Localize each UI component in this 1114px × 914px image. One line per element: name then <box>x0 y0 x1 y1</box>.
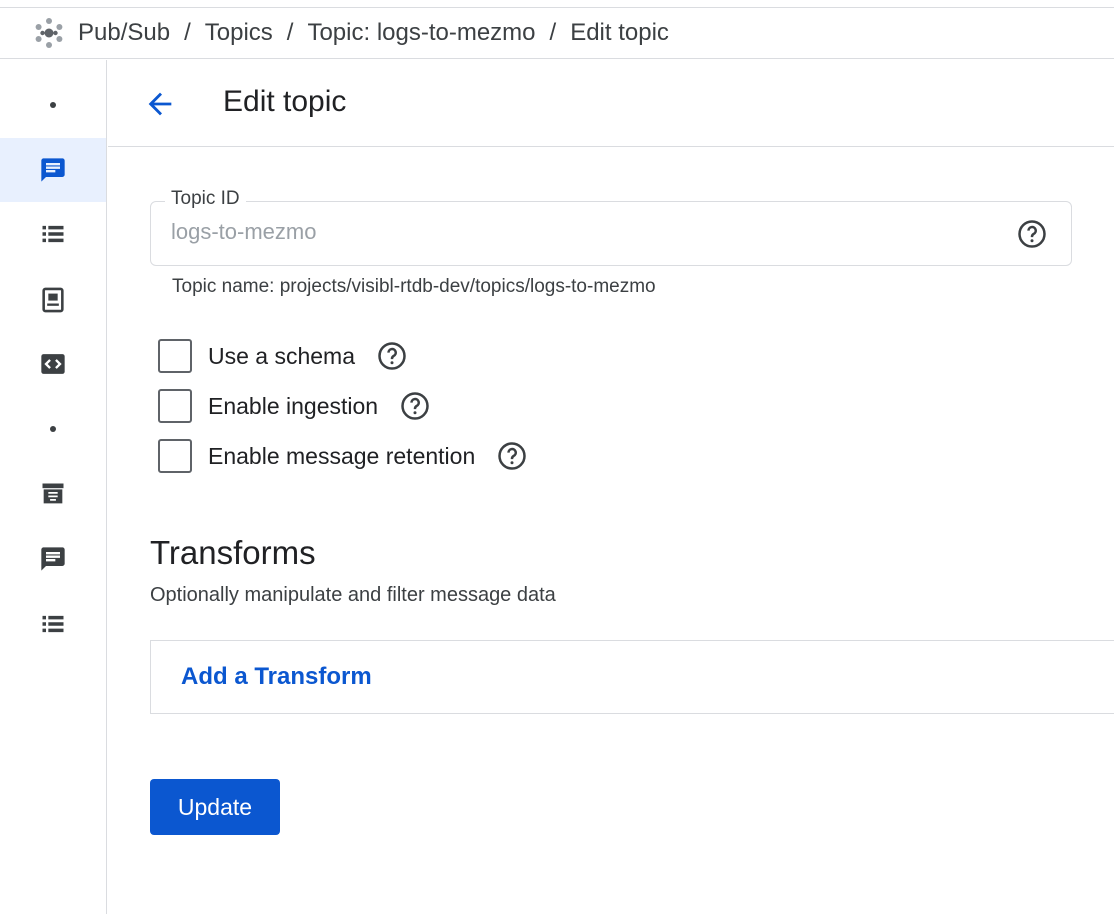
breadcrumb: Pub/Sub / Topics / Topic: logs-to-mezmo … <box>0 8 1114 59</box>
help-icon[interactable] <box>1017 219 1047 249</box>
breadcrumb-separator: / <box>286 19 294 46</box>
pubsub-logo-icon <box>35 18 63 48</box>
sidebar-item-schemas[interactable] <box>0 332 106 396</box>
topic-id-field: Topic ID <box>150 188 1072 266</box>
breadcrumb-topic[interactable]: Topic: logs-to-mezmo <box>307 19 535 47</box>
sidebar <box>0 60 107 914</box>
arrow-back-icon <box>148 92 172 116</box>
schemas-code-icon <box>41 354 65 374</box>
lite-subscriptions-icon <box>42 615 64 633</box>
topic-id-label: Topic ID <box>165 188 246 210</box>
topic-id-input[interactable] <box>171 219 991 245</box>
breadcrumb-pubsub[interactable]: Pub/Sub <box>78 19 170 47</box>
update-button[interactable]: Update <box>150 779 280 835</box>
dot-icon <box>50 426 56 432</box>
use-schema-checkbox[interactable] <box>158 339 192 373</box>
snapshots-icon <box>42 287 64 313</box>
sidebar-item-dot-2[interactable] <box>0 397 106 461</box>
enable-ingestion-label: Enable ingestion <box>208 392 379 419</box>
page-header: Edit topic <box>108 60 1114 147</box>
page-title: Edit topic <box>223 85 347 118</box>
transforms-panel: Add a Transform <box>150 640 1114 714</box>
use-schema-label: Use a schema <box>208 342 356 369</box>
sidebar-item-lite-topics[interactable] <box>0 527 106 591</box>
enable-retention-label: Enable message retention <box>208 442 476 469</box>
enable-ingestion-row: Enable ingestion <box>158 388 430 424</box>
breadcrumb-topics[interactable]: Topics <box>205 19 273 47</box>
sidebar-item-subscriptions[interactable] <box>0 202 106 266</box>
enable-ingestion-checkbox[interactable] <box>158 389 192 423</box>
enable-retention-row: Enable message retention <box>158 438 527 474</box>
transforms-subtitle: Optionally manipulate and filter message… <box>150 584 556 606</box>
breadcrumb-separator: / <box>549 19 557 46</box>
topic-name-hint: Topic name: projects/visibl-rtdb-dev/top… <box>172 276 656 297</box>
help-icon[interactable] <box>497 441 527 471</box>
transforms-title: Transforms <box>150 534 316 571</box>
use-schema-row: Use a schema <box>158 338 407 374</box>
subscriptions-list-icon <box>42 225 64 243</box>
enable-retention-checkbox[interactable] <box>158 439 192 473</box>
help-icon[interactable] <box>400 391 430 421</box>
dot-icon <box>50 102 56 108</box>
breadcrumb-current: Edit topic <box>570 19 669 46</box>
help-icon[interactable] <box>377 341 407 371</box>
lite-topics-icon <box>41 547 65 571</box>
sidebar-item-snapshots[interactable] <box>0 268 106 332</box>
topics-icon <box>41 158 65 182</box>
add-transform-button[interactable]: Add a Transform <box>181 663 372 691</box>
breadcrumb-separator: / <box>184 19 191 46</box>
sidebar-item-lite-reservations[interactable] <box>0 462 106 526</box>
sidebar-item-dot[interactable] <box>0 73 106 137</box>
back-button[interactable] <box>140 84 180 124</box>
lite-reservations-icon <box>42 483 64 504</box>
sidebar-item-topics[interactable] <box>0 138 106 202</box>
sidebar-item-lite-subscriptions[interactable] <box>0 592 106 656</box>
